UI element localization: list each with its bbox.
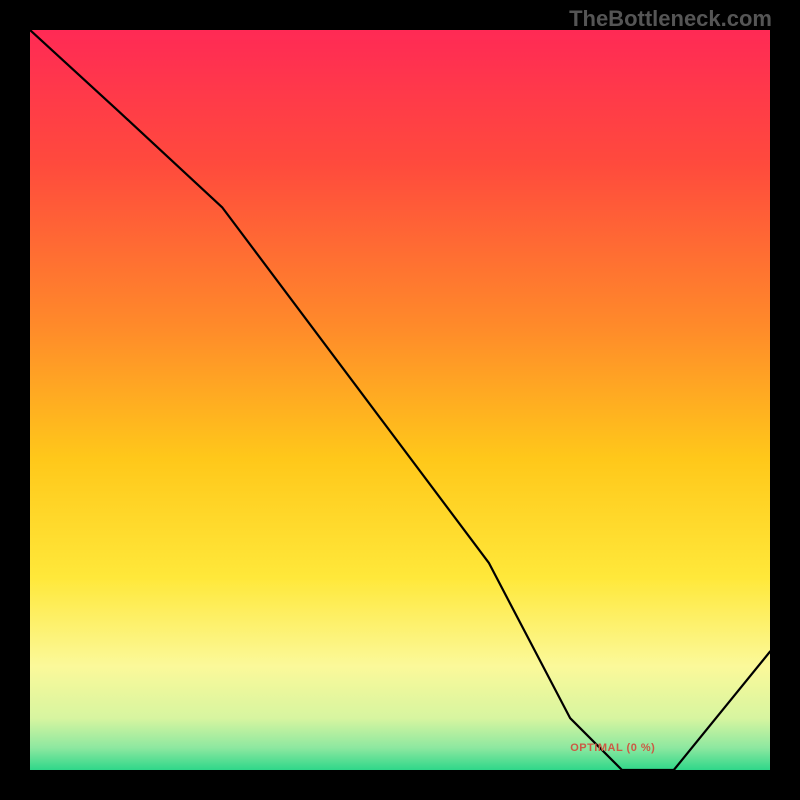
chart-svg bbox=[30, 30, 770, 770]
optimal-region-label: OPTIMAL (0 %) bbox=[570, 742, 655, 754]
chart-container: TheBottleneck.com OPTIMAL (0 %) bbox=[0, 0, 800, 800]
plot-area: OPTIMAL (0 %) bbox=[30, 30, 770, 770]
gradient-background bbox=[30, 30, 770, 770]
watermark: TheBottleneck.com bbox=[569, 6, 772, 32]
